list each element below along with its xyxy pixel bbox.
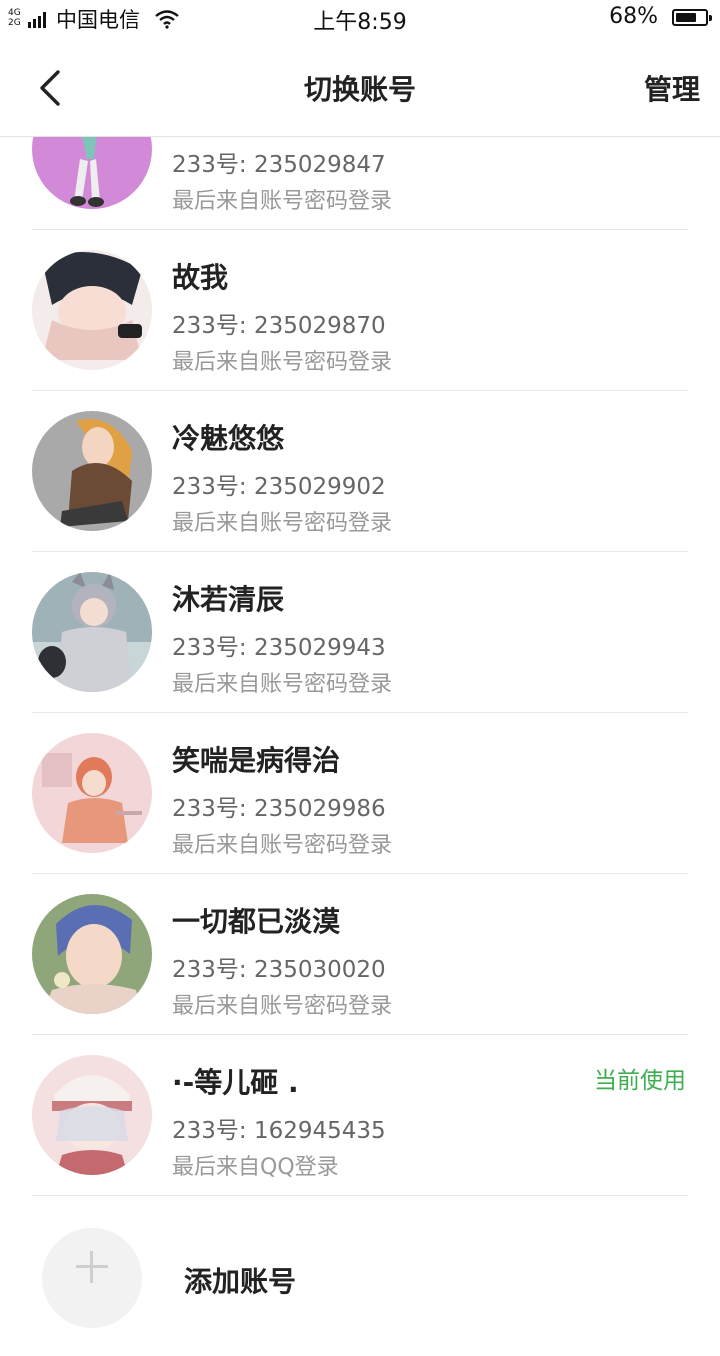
status-bar: 4G 2G 中国电信 上午8:59 68% xyxy=(0,0,720,38)
nav-bar: 切换账号 管理 xyxy=(0,38,720,137)
account-name: 一切都已淡漠 xyxy=(172,905,341,938)
add-account-label: 添加账号 xyxy=(184,1265,297,1298)
account-login-method: 最后来自账号密码登录 xyxy=(172,511,393,536)
add-account-button[interactable]: 添加账号 xyxy=(0,1196,720,1356)
account-row[interactable]: 沐若清辰 233号: 235029943 最后来自账号密码登录 xyxy=(0,552,720,713)
avatar xyxy=(32,894,152,1014)
account-login-method: 最后来自账号密码登录 xyxy=(172,672,393,697)
battery-percentage: 68% xyxy=(609,4,658,29)
account-name: 沐若清辰 xyxy=(172,583,285,616)
account-name: 故我 xyxy=(172,261,229,294)
account-login-method: 最后来自QQ登录 xyxy=(172,1155,339,1180)
account-id: 233号: 162945435 xyxy=(172,1118,386,1144)
manage-button[interactable]: 管理 xyxy=(644,68,700,108)
account-name: ·-等儿砸 . xyxy=(172,1066,299,1099)
account-row[interactable]: 故我 233号: 235029870 最后来自账号密码登录 xyxy=(0,230,720,391)
account-id: 233号: 235029943 xyxy=(172,635,386,661)
account-login-method: 最后来自账号密码登录 xyxy=(172,189,393,214)
account-row[interactable]: 笑喘是病得治 233号: 235029986 最后来自账号密码登录 xyxy=(0,713,720,874)
account-id: 233号: 235029847 xyxy=(172,152,386,178)
avatar xyxy=(32,411,152,531)
battery-icon xyxy=(672,9,712,26)
page-title: 切换账号 xyxy=(303,73,416,106)
account-login-method: 最后来自账号密码登录 xyxy=(172,994,393,1019)
back-button[interactable] xyxy=(22,60,78,116)
account-row[interactable]: 冷魅悠悠 233号: 235029902 最后来自账号密码登录 xyxy=(0,391,720,552)
account-id: 233号: 235029986 xyxy=(172,796,386,822)
account-login-method: 最后来自账号密码登录 xyxy=(172,833,393,858)
account-login-method: 最后来自账号密码登录 xyxy=(172,350,393,375)
account-list: 233号: 235029847 最后来自账号密码登录 故我 233号: 2350… xyxy=(0,69,720,1356)
current-account-badge: 当前使用 xyxy=(594,1068,686,1094)
avatar xyxy=(32,572,152,692)
avatar xyxy=(32,1055,152,1175)
account-id: 233号: 235029902 xyxy=(172,474,386,500)
avatar xyxy=(32,733,152,853)
account-row[interactable]: ·-等儿砸 . 233号: 162945435 最后来自QQ登录 当前使用 xyxy=(0,1035,720,1196)
avatar xyxy=(32,250,152,370)
back-arrow-icon xyxy=(40,70,60,106)
account-name: 笑喘是病得治 xyxy=(172,744,341,777)
account-id: 233号: 235029870 xyxy=(172,313,386,339)
account-row[interactable]: 一切都已淡漠 233号: 235030020 最后来自账号密码登录 xyxy=(0,874,720,1035)
account-id: 233号: 235030020 xyxy=(172,957,386,983)
account-name: 冷魅悠悠 xyxy=(172,422,285,455)
